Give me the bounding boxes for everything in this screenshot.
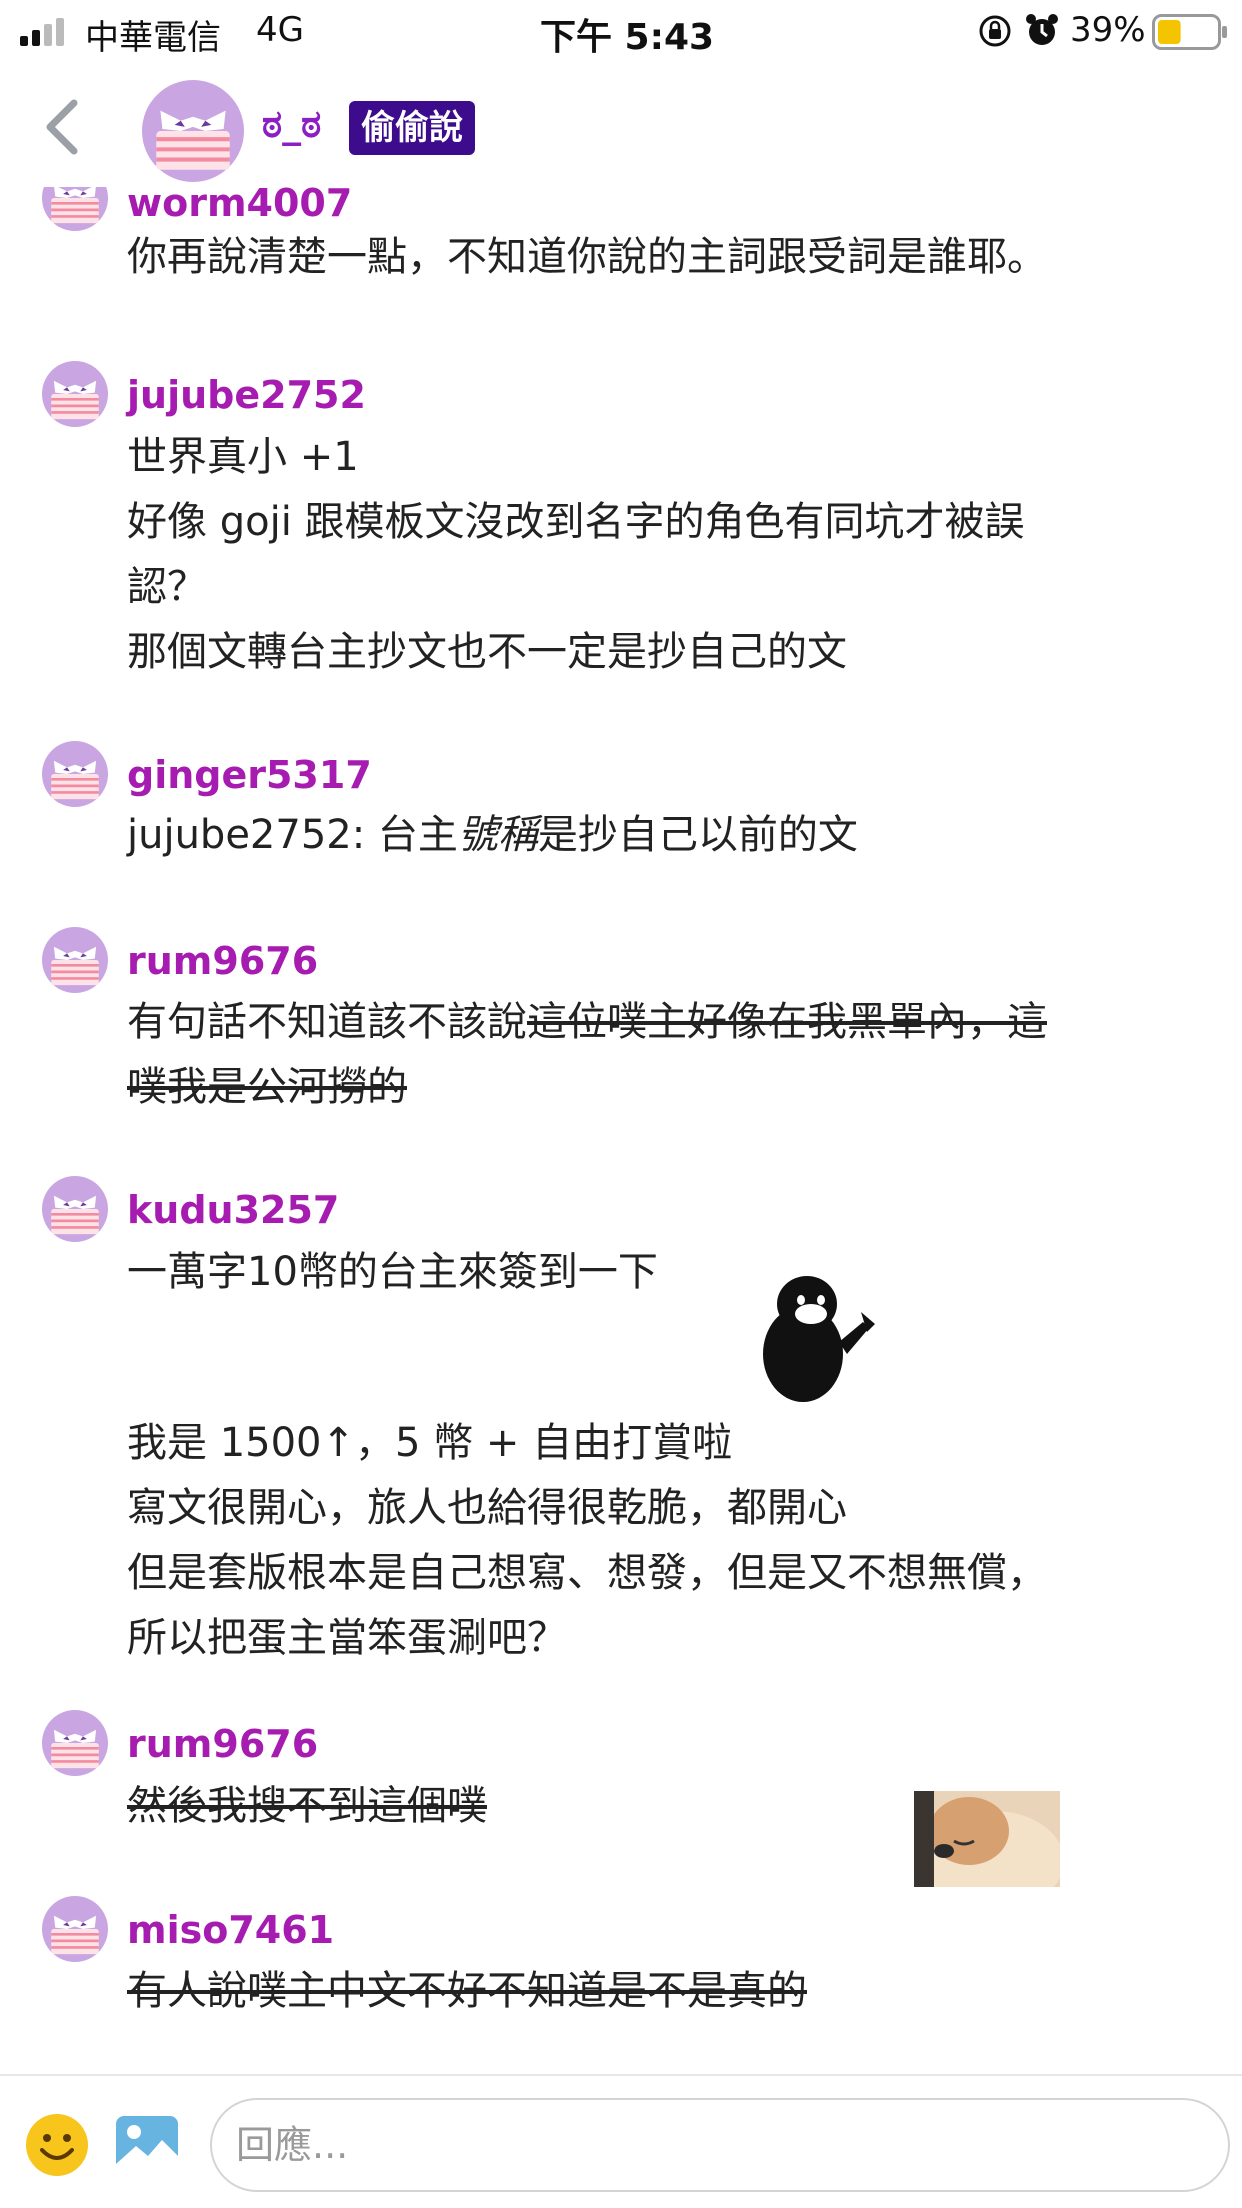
response-text: 你再說清楚一點，不知道你說的主詞跟受詞是誰耶。 bbox=[127, 234, 1047, 280]
carrier-name: 中華電信 bbox=[85, 18, 221, 58]
battery-percentage: 39% bbox=[1070, 10, 1146, 50]
image-icon[interactable] bbox=[114, 2114, 180, 2174]
reply-input[interactable] bbox=[210, 2098, 1230, 2192]
anonymous-badge: 偷偷說 bbox=[349, 101, 475, 155]
response-username[interactable]: worm4007 bbox=[127, 187, 352, 225]
clock: 下午 5:43 bbox=[540, 17, 715, 58]
avatar[interactable] bbox=[42, 361, 108, 427]
response-text: jujube2752: 台主號稱是抄自己以前的文 bbox=[127, 812, 858, 858]
alarm-icon bbox=[1026, 14, 1058, 45]
response-username[interactable]: rum9676 bbox=[127, 1722, 318, 1766]
response-text: 一萬字10幣的台主來簽到一下 bbox=[127, 1249, 658, 1295]
owner-name[interactable]: ಠ_ಠ bbox=[262, 102, 321, 147]
battery-icon bbox=[1152, 14, 1227, 50]
avatar[interactable] bbox=[42, 741, 108, 807]
response-text: 世界真小 +1 好像 goji 跟模板文沒改到名字的角色有同坑才被誤 認？ 那個… bbox=[127, 434, 1025, 675]
avatar[interactable] bbox=[42, 187, 108, 231]
owner-avatar[interactable] bbox=[142, 80, 244, 182]
response-text: 有人說噗主中文不好不知道是不是真的 bbox=[127, 1968, 807, 2014]
avatar[interactable] bbox=[42, 927, 108, 993]
response-text: 有句話不知道該不該說這位噗主好像在我黑單內，這 噗我是公河撈的 bbox=[127, 999, 1047, 1110]
penguin-sticker[interactable] bbox=[743, 1262, 883, 1402]
reply-composer bbox=[0, 2074, 1242, 2208]
signal-strength-icon bbox=[20, 18, 64, 46]
rotation-lock-icon bbox=[979, 15, 1011, 47]
network-type: 4G bbox=[256, 10, 304, 50]
smiley-icon[interactable] bbox=[24, 2112, 90, 2178]
chevron-left-icon[interactable] bbox=[40, 97, 84, 157]
plurk-header: ಠ_ಠ 偷偷說 bbox=[0, 62, 1242, 187]
response-username[interactable]: miso7461 bbox=[127, 1908, 334, 1952]
response-username[interactable]: jujube2752 bbox=[127, 373, 366, 417]
response-username[interactable]: ginger5317 bbox=[127, 753, 372, 797]
response-username[interactable]: rum9676 bbox=[127, 939, 318, 983]
avatar[interactable] bbox=[42, 1176, 108, 1242]
response-username[interactable]: kudu3257 bbox=[127, 1188, 339, 1232]
avatar[interactable] bbox=[42, 1710, 108, 1776]
status-bar: 中華電信 4G 下午 5:43 39% bbox=[0, 0, 1242, 62]
sleepy-dog-image[interactable] bbox=[914, 1791, 1060, 1887]
avatar[interactable] bbox=[42, 1896, 108, 1962]
response-text: 我是 1500↑，5 幣 + 自由打賞啦 寫文很開心，旅人也給得很乾脆，都開心 … bbox=[127, 1420, 1047, 1661]
